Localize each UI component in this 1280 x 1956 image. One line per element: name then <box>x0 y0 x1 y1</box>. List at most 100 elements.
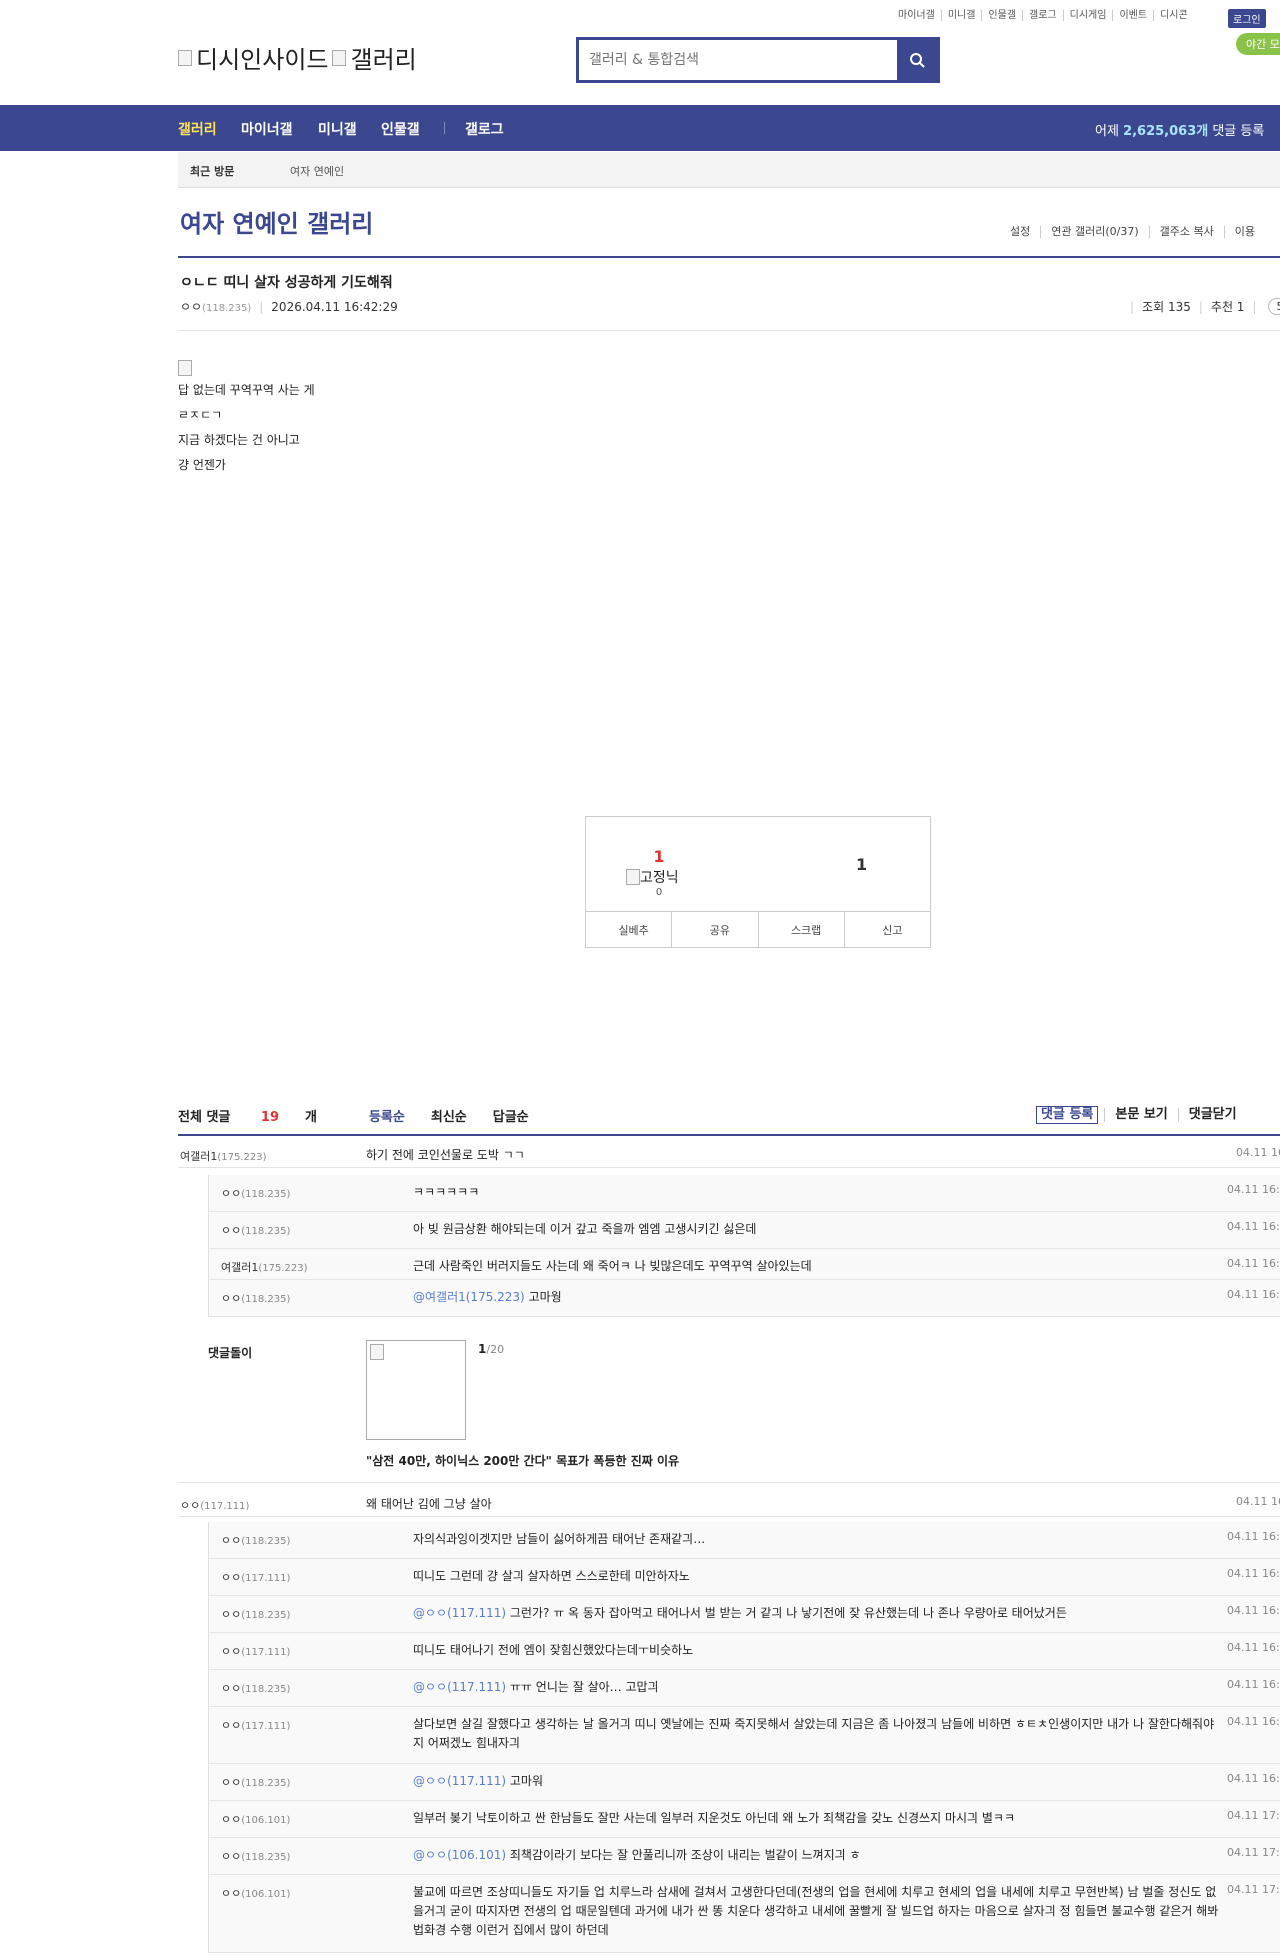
top-link-event[interactable]: 이벤트 <box>1112 10 1153 21</box>
comment-nick-ip: (117.111) <box>241 1573 291 1584</box>
comment-date: 04.11 16:4 <box>1227 1257 1280 1270</box>
comment-mention[interactable]: @ㅇㅇ(117.111) <box>413 1680 506 1694</box>
nav-minor[interactable]: 마이너갤 <box>241 119 293 139</box>
comment-nick[interactable]: ㅇㅇ(118.235) <box>221 1185 290 1201</box>
comment-nick[interactable]: 여갤러1(175.223) <box>221 1259 308 1275</box>
comment-body: 띠니도 그런데 걍 살긔 살자하면 스스로한테 미안하자노 <box>413 1569 690 1583</box>
comment-nick[interactable]: ㅇㅇ(118.235) <box>221 1606 290 1622</box>
broken-image-icon <box>178 49 192 66</box>
gallery-option-copy-url[interactable]: 갤주소 복사 <box>1148 226 1224 238</box>
gallery-title[interactable]: 여자 연예인 갤러리 <box>180 204 373 239</box>
comment-nick-ip: (118.235) <box>241 1536 291 1547</box>
comment-nick[interactable]: ㅇㅇ(118.235) <box>221 1532 290 1548</box>
post-comment-count[interactable]: 5 <box>1268 298 1280 315</box>
share-button[interactable]: 공유 <box>671 912 757 948</box>
comment-mention[interactable]: @여갤러1(175.223) <box>413 1290 525 1304</box>
post-recommend: 추천 1 <box>1210 300 1245 314</box>
view-post-button[interactable]: 본문 보기 <box>1104 1108 1177 1122</box>
comment-date: 04.11 17:2 <box>1227 1846 1280 1859</box>
title-divider <box>178 256 1280 258</box>
comment-body: 자의식과잉이겟지만 남들이 싫어하게끔 태어난 존재같긔… <box>413 1532 706 1546</box>
sort-by-latest[interactable]: 최신순 <box>431 1106 467 1125</box>
gallery-option-usage[interactable]: 이용 <box>1223 226 1265 238</box>
comment-nick[interactable]: ㅇㅇ(118.235) <box>221 1774 290 1790</box>
comment-nick[interactable]: ㅇㅇ(106.101) <box>221 1885 290 1901</box>
recommend-up-count[interactable]: 1 <box>586 847 732 866</box>
ad-page-total: /20 <box>486 1343 505 1356</box>
comment-body: 띠니도 태어나기 전에 엠이 잦힘신했았다는데ㅜ비슷하노 <box>413 1643 694 1657</box>
sort-by-registered[interactable]: 등록순 <box>369 1106 405 1125</box>
comment-nick[interactable]: ㅇㅇ(117.111) <box>221 1717 290 1733</box>
comment-nick-ip: (118.235) <box>241 1294 291 1305</box>
broken-image-icon <box>626 869 640 885</box>
site-logo[interactable]: 디시인사이드 갤러리 <box>178 40 417 75</box>
comment-date: 04.11 16:4 <box>1227 1183 1280 1196</box>
comment-nick-ip: (175.223) <box>258 1263 308 1274</box>
scrap-button[interactable]: 스크랩 <box>757 912 844 948</box>
post-line: ㄹㅈㄷㄱ <box>178 408 223 422</box>
comment-text: 띠니도 그런데 걍 살긔 살자하면 스스로한테 미안하자노 <box>413 1567 1221 1586</box>
report-button[interactable]: 신고 <box>843 912 930 948</box>
search-button[interactable] <box>897 40 937 80</box>
comment-nick[interactable]: 여갤러1(175.223) <box>180 1148 267 1164</box>
comment-nick-name: ㅇㅇ <box>221 1682 242 1695</box>
comment-nick-name: ㅇㅇ <box>221 1645 242 1658</box>
logo-text-left: 디시인사이드 <box>196 46 329 74</box>
nav-mini[interactable]: 미니갤 <box>318 119 357 139</box>
comment-body: 근데 사람죽인 버러지들도 사는데 왜 죽어ㅋ 나 빚많은데도 꾸역꾸역 살아있… <box>413 1259 812 1273</box>
comment-mention[interactable]: @ㅇㅇ(117.111) <box>413 1774 506 1788</box>
top-link-dccon[interactable]: 디시콘 <box>1153 10 1194 21</box>
post-divider <box>178 330 1280 331</box>
comment-date: 04.11 16:4 <box>1227 1641 1280 1654</box>
recommend-down-count[interactable]: 1 <box>856 855 867 874</box>
comment-write-button[interactable]: 댓글 등록 <box>1036 1106 1099 1124</box>
comment-nick-name: 여갤러1 <box>221 1261 259 1274</box>
reply-row: ㅇㅇ(118.235) @ㅇㅇ(117.111) 고마워 04.11 16:5 <box>208 1764 1280 1801</box>
ad-thumbnail[interactable] <box>366 1340 466 1440</box>
reply-row: ㅇㅇ(118.235) @ㅇㅇ(117.111) ㅠㅠ 언니는 잘 살아… 고맙… <box>208 1670 1280 1707</box>
comment-body: 그런가? ㅠ 옥 동자 잡아먹고 태어나서 벌 받는 거 같긔 나 낳기전에 잦… <box>506 1606 1067 1620</box>
comment-nick-ip: (175.223) <box>217 1152 267 1163</box>
top-link-person[interactable]: 인물갤 <box>981 10 1022 21</box>
reply-row: ㅇㅇ(118.235) @ㅇㅇ(106.101) 죄책감이라기 보다는 잘 안풀… <box>208 1838 1280 1875</box>
login-button[interactable]: 로그인 <box>1228 9 1266 28</box>
comment-nick[interactable]: ㅇㅇ(118.235) <box>221 1848 290 1864</box>
main-nav: 갤러리 마이너갤 미니갤 인물갤 갤로그 어제 2,625,063개 댓글 등록 <box>0 105 1280 151</box>
comment-mention[interactable]: @ㅇㅇ(117.111) <box>413 1606 506 1620</box>
comment-nick[interactable]: ㅇㅇ(117.111) <box>221 1643 290 1659</box>
nav-gallog[interactable]: 갤로그 <box>465 119 504 139</box>
gallery-option-related[interactable]: 연관 갤러리(0/37) <box>1040 226 1148 238</box>
ad-label: 댓글돌이 <box>208 1346 253 1360</box>
best-recommend-button[interactable]: 실베추 <box>586 912 671 948</box>
top-link-dcgame[interactable]: 디시게임 <box>1062 10 1113 21</box>
comment-nick[interactable]: ㅇㅇ(118.235) <box>221 1222 290 1238</box>
comment-total: 전체 댓글 19 개 <box>178 1106 343 1125</box>
comment-nick[interactable]: ㅇㅇ(117.111) <box>221 1569 290 1585</box>
comment-mention[interactable]: @ㅇㅇ(106.101) <box>413 1848 506 1862</box>
comment-text: @ㅇㅇ(117.111) 그런가? ㅠ 옥 동자 잡아먹고 태어나서 벌 받는 … <box>413 1604 1221 1623</box>
ad-title[interactable]: "삼전 40만, 하이닉스 200만 간다" 목표가 폭등한 진짜 이유 <box>366 1452 679 1469</box>
gallery-option-settings[interactable]: 설정 <box>1000 226 1040 238</box>
reply-row: ㅇㅇ(118.235) ㅋㅋㅋㅋㅋㅋ 04.11 16:4 <box>208 1175 1280 1212</box>
comment-nick[interactable]: ㅇㅇ(118.235) <box>221 1680 290 1696</box>
post-date: 2026.04.11 16:42:29 <box>271 300 398 314</box>
comment-nick-name: ㅇㅇ <box>221 1292 242 1305</box>
recent-visit-item[interactable]: 여자 연예인 <box>290 163 344 179</box>
comment-nick[interactable]: ㅇㅇ(118.235) <box>221 1290 290 1306</box>
comment-nick[interactable]: ㅇㅇ(106.101) <box>221 1811 290 1827</box>
post-author[interactable]: ㅇㅇ <box>180 300 202 314</box>
night-mode-button[interactable]: 야간 모 <box>1236 33 1280 55</box>
top-link-gallog[interactable]: 갤로그 <box>1022 10 1063 21</box>
close-comments-button[interactable]: 댓글닫기 <box>1177 1108 1247 1122</box>
comment-text: 왜 태어난 김에 그냥 살아 <box>366 1495 1218 1514</box>
top-link-mini[interactable]: 미니갤 <box>940 10 982 21</box>
nav-gallery[interactable]: 갤러리 <box>178 119 217 139</box>
nav-person[interactable]: 인물갤 <box>381 119 420 139</box>
comment-row: 여갤러1(175.223) 하기 전에 코인선물로 도박 ㄱㄱ 04.11 16 <box>178 1138 1280 1168</box>
search-icon <box>910 53 925 68</box>
top-link-minor[interactable]: 마이너갤 <box>892 10 941 21</box>
comment-nick[interactable]: ㅇㅇ(117.111) <box>180 1497 249 1513</box>
sort-by-replies[interactable]: 답글순 <box>493 1106 529 1125</box>
comment-date: 04.11 16:4 <box>1227 1567 1280 1580</box>
search-input[interactable] <box>579 40 897 80</box>
